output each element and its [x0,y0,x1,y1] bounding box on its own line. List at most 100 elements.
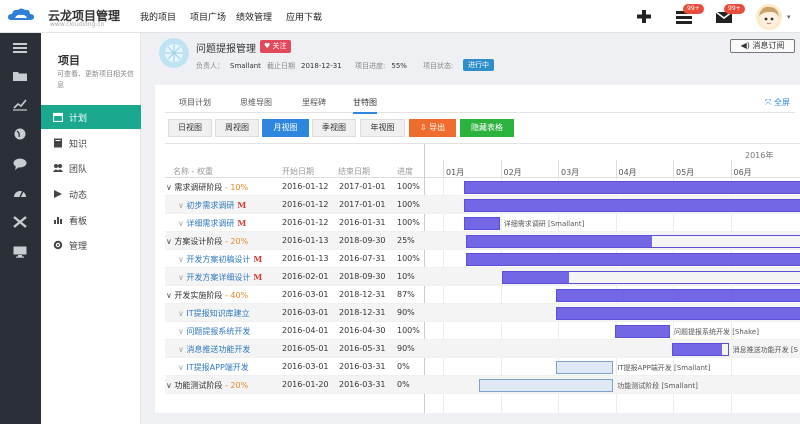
gantt-bar[interactable] [478,379,614,392]
task-name-text: 开发方案详细设计 [186,273,251,282]
tab-project-plan[interactable]: 项目计划 [179,97,211,108]
gantt-bar[interactable] [463,199,800,212]
month-divider [500,160,502,178]
gantt-bar[interactable] [556,289,800,302]
table-row[interactable]: ∨ 需求调研阶段 - 10% 2016-01-12 2017-01-01 100% [165,178,800,196]
task-name[interactable]: ∨ 功能测试阶段 - 20% [166,380,248,391]
task-name[interactable]: ∨ IT提报APP端开发 [178,362,249,373]
table-row[interactable]: ∨ 开发方案初稿设计 M 2016-01-13 2016-07-31 100% [165,250,800,268]
gantt-bar-progress [466,254,800,265]
gantt-bar[interactable] [671,343,729,356]
nav-my-projects[interactable]: 我的项目 [140,10,176,23]
month-label: 01月 [446,168,465,177]
status-meta: 项目状态: [423,61,453,71]
globe-icon[interactable] [13,128,27,140]
table-row[interactable]: ∨ 方案设计阶段 - 20% 2016-01-13 2018-09-30 25% [165,232,800,250]
sidebar-item-knowledge[interactable]: 知识 [41,131,141,155]
task-name[interactable]: ∨ 消息推送功能开发 [178,344,250,355]
gantt-bar[interactable] [556,361,614,374]
table-row[interactable]: ∨ IT提报APP端开发 2016-03-01 2016-03-31 0% IT提报AP… [165,358,800,376]
task-name[interactable]: ∨ 需求调研阶段 - 10% [166,182,248,193]
task-name[interactable]: ∨ 详细需求调研 M [178,218,246,229]
nav-app-download[interactable]: 应用下载 [286,10,322,23]
gantt-bar[interactable] [615,325,670,338]
view-quarter-button[interactable]: 季视图 [312,119,356,137]
task-end: 2018-09-30 [339,236,386,245]
trend-chart-icon[interactable] [13,99,27,111]
project-name: 问题提报管理 [196,44,256,55]
avatar[interactable] [756,4,782,30]
task-name-text: 需求调研阶段 [174,183,223,192]
table-row[interactable]: ∨ 开发实施阶段 - 40% 2016-03-01 2018-12-31 87% [165,286,800,304]
milestone-mark: M [253,272,263,282]
chat-icon[interactable] [13,158,27,170]
table-row[interactable]: ∨ 问题提报系统开发 2016-04-01 2016-04-30 100% 问题提报系统… [165,322,800,340]
gantt-bar[interactable] [501,271,800,284]
owner-meta: 负责人： Smallant [196,61,261,71]
view-week-button[interactable]: 周视图 [215,119,259,137]
month-divider [558,160,559,178]
tab-mind-map[interactable]: 思维导图 [240,97,272,108]
month-label: 06月 [733,168,752,177]
gantt-bar[interactable] [465,253,800,266]
sidebar-item-plan[interactable]: 计划 [41,105,141,129]
task-progress: 90% [397,344,415,353]
task-name[interactable]: ∨ IT提报知识库建立 [178,308,250,319]
folder-icon[interactable] [13,70,27,82]
puzzle-icon[interactable] [13,216,27,228]
subscribe-label: 消息订阅 [752,41,785,50]
table-row[interactable]: ∨ 开发方案详细设计 M 2016-02-01 2018-09-30 10% [165,268,800,286]
view-month-button[interactable]: 月视图 [262,119,309,137]
plus-icon[interactable] [634,7,654,25]
task-start: 2016-03-01 [282,308,329,317]
export-label: 导出 [429,123,446,132]
tab-gantt[interactable]: 甘特图 [353,97,377,114]
sidebar-item-activity[interactable]: 动态 [41,182,141,206]
task-end: 2018-09-30 [339,272,386,281]
task-name[interactable]: ∨ 方案设计阶段 - 20% [166,236,248,247]
view-day-button[interactable]: 日视图 [168,119,212,137]
gantt-bar[interactable] [556,307,800,320]
chart-icon [54,217,62,224]
task-name[interactable]: ∨ 初步需求调研 M [178,200,246,211]
chevron-down-icon[interactable]: ▾ [787,13,791,21]
table-row[interactable]: ∨ 初步需求调研 M 2016-01-12 2017-01-01 100% [165,196,800,214]
owner-value: Smallant [230,62,261,70]
table-row[interactable]: ∨ 功能测试阶段 - 20% 2016-01-20 2016-03-31 0% 功能测试… [165,376,800,394]
sidebar-item-manage[interactable]: 管理 [41,233,141,257]
task-name[interactable]: ∨ 开发方案初稿设计 M [178,254,262,265]
gantt-bar[interactable] [465,235,800,248]
gantt-bar[interactable] [463,217,500,230]
hide-table-button[interactable]: 隐藏表格 [460,119,514,137]
nav-project-square[interactable]: 项目广场 [190,10,226,23]
export-button[interactable]: ⇩ 导出 [409,119,456,137]
view-year-button[interactable]: 年视图 [360,119,405,137]
task-start: 2016-01-20 [282,380,329,389]
monitor-icon[interactable] [13,246,27,258]
table-row[interactable]: ∨ 详细需求调研 M 2016-01-12 2016-01-31 100% 详细需求调研 … [165,214,800,232]
task-name[interactable]: ∨ 开发实施阶段 - 40% [166,290,248,301]
task-name[interactable]: ∨ 开发方案详细设计 M [178,272,262,283]
task-name[interactable]: ∨ 问题提报系统开发 [178,326,250,337]
month-label: 02月 [503,168,522,177]
gear-icon [53,240,63,250]
tab-bar: 项目计划 思维导图 里程碑 甘特图 [165,91,795,114]
task-name-text: 开发实施阶段 [174,291,223,300]
tab-milestone[interactable]: 里程碑 [302,97,326,108]
table-row[interactable]: ∨ 消息推送功能开发 2016-05-01 2016-05-31 90% 消息推送功能开… [165,340,800,358]
sidebar-item-board[interactable]: 看板 [41,208,141,232]
dashboard-icon[interactable] [13,187,27,199]
sidebar-item-team[interactable]: 团队 [41,156,141,180]
nav-performance[interactable]: 绩效管理 [236,10,272,23]
table-row[interactable]: ∨ IT提报知识库建立 2016-03-01 2018-12-31 90% [165,304,800,322]
month-label: 05月 [676,168,695,177]
fullscreen-label: 全屏 [773,98,790,107]
milestone-mark: M [237,200,247,210]
subscribe-button[interactable]: ◀) 消息订阅 [730,39,795,53]
menu-list-icon[interactable] [13,42,27,54]
task-end: 2016-05-31 [339,344,386,353]
follow-button[interactable]: ♥ 关注 [260,40,291,53]
app-logo[interactable]: 云龙项目管理 www.cloudlong.cn [8,5,133,29]
fullscreen-button[interactable]: ⤧ 全屏 [765,97,790,108]
gantt-bar[interactable] [463,181,800,194]
